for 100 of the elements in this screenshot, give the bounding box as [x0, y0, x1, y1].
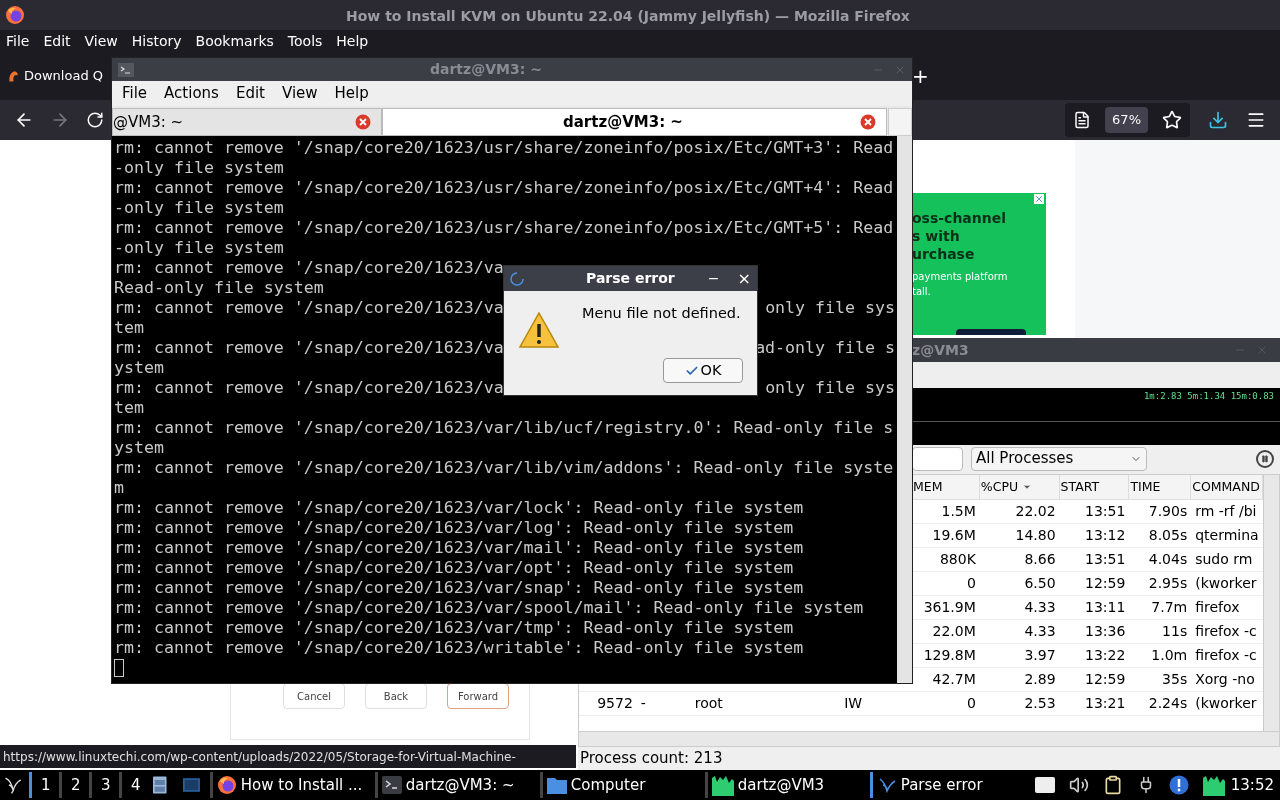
- ad-headline: s with: [912, 227, 961, 245]
- sort-caret-icon: [1022, 482, 1033, 492]
- menu-item[interactable]: Edit: [43, 30, 71, 52]
- taskbar-task[interactable]: dartz@VM3: ~: [374, 772, 540, 798]
- dialog-title: Parse error: [586, 269, 675, 288]
- ad-text: tall.: [912, 285, 932, 299]
- terminal-line: rm: cannot remove '/snap/core20/1623/var/opt': Read-only file system: [114, 558, 794, 578]
- table-cell-text: 2.89: [1024, 670, 1056, 689]
- spinner-icon: [510, 271, 524, 286]
- volume-icon[interactable]: [1068, 775, 1089, 795]
- workspace-button[interactable]: 3: [89, 772, 120, 798]
- terminal-line: rm: cannot remove '/snap/core20/1623/writable': Read-only file system: [114, 638, 804, 658]
- terminal-line: ad-only file s: [755, 338, 895, 358]
- menu-item[interactable]: Help: [334, 82, 369, 105]
- menu-icon[interactable]: [1246, 110, 1266, 130]
- menu-item[interactable]: File: [122, 82, 148, 105]
- table-cell-text: 35s: [1162, 670, 1188, 689]
- taskbar-task[interactable]: Computer: [539, 772, 705, 798]
- table-cell-text: 6.50: [1024, 574, 1056, 593]
- ok-button[interactable]: OK: [663, 358, 743, 383]
- link-status-bar: https://www.linuxtechi.com/wp-content/uploads/2022/05/Storage-for-Virtual-Machine-: [0, 745, 576, 768]
- menu-item[interactable]: Help: [336, 30, 369, 52]
- terminal-line: -only file system: [114, 238, 284, 258]
- terminal-line: rm: cannot remove '/snap/core20/1623/usr/share/zoneinfo/posix/Etc/GMT+4': Read: [114, 178, 894, 198]
- taskbar-task[interactable]: How to Install ...: [209, 772, 375, 798]
- table-cell-text: 4.04s: [1148, 550, 1188, 569]
- vertical-scrollbar[interactable]: [897, 136, 912, 683]
- close-button[interactable]: ×: [737, 266, 751, 291]
- window-title: How to Install KVM on Ubuntu 22.04 (Jammy Jellyfish) — Mozilla Firefox: [346, 7, 910, 26]
- process-filter-dropdown[interactable]: All Processes: [971, 446, 1147, 471]
- file-cabinet-icon[interactable]: [153, 775, 167, 795]
- terminal-tab[interactable]: dartz@VM3: ~: [382, 108, 887, 136]
- vertical-scrollbar[interactable]: [1263, 475, 1279, 731]
- table-cell-text: 7.90s: [1148, 502, 1188, 521]
- column-header[interactable]: MEM: [913, 477, 943, 497]
- workspace-button[interactable]: 1: [29, 772, 60, 798]
- table-cell-text: 22.0M: [932, 622, 976, 641]
- column-header[interactable]: %CPU: [980, 477, 1033, 497]
- table-cell-text: 9572: [597, 694, 633, 713]
- advertisement-banner[interactable]: oss-channel s with urchase payments platform tall.: [912, 193, 1046, 335]
- menu-item[interactable]: Bookmarks: [195, 30, 274, 52]
- table-cell-text: 13:11: [1085, 598, 1126, 617]
- table-cell-text: 2.95s: [1148, 574, 1188, 593]
- screen-icon[interactable]: [182, 777, 200, 793]
- terminal-line: rm: cannot remove '/snap/core20/1623/va: [114, 258, 504, 278]
- terminal-line: rm: cannot remove '/snap/core20/1623/va: [114, 378, 504, 398]
- ad-close-icon[interactable]: [1034, 194, 1044, 204]
- column-header[interactable]: START: [1060, 477, 1100, 497]
- terminal-line: rm: cannot remove '/snap/core20/1623/va: [114, 298, 504, 318]
- terminal-line: rm: cannot remove '/snap/core20/1623/var/log': Read-only file system: [114, 518, 794, 538]
- table-cell-text: -: [640, 694, 646, 713]
- pause-button[interactable]: [1256, 449, 1274, 468]
- close-tab-icon[interactable]: [355, 114, 371, 130]
- drive-icon[interactable]: [1034, 777, 1055, 793]
- horizontal-scrollbar[interactable]: [579, 731, 1279, 746]
- table-cell-text: 880K: [939, 550, 976, 569]
- text-cursor: [114, 659, 124, 677]
- menu-item[interactable]: File: [6, 30, 30, 52]
- bookmark-star-icon[interactable]: [1162, 110, 1182, 130]
- column-header[interactable]: TIME: [1130, 477, 1161, 497]
- table-cell-text: 22.02: [1015, 502, 1056, 521]
- menu-item[interactable]: View: [84, 30, 118, 52]
- table-cell-text: 361.9M: [923, 598, 976, 617]
- menu-item[interactable]: Tools: [287, 30, 323, 52]
- table-cell-text: root: [694, 694, 723, 713]
- table-cell-text: 13:36: [1085, 622, 1126, 641]
- firefox-icon: [5, 5, 25, 25]
- close-tab-icon[interactable]: [860, 114, 876, 130]
- menu-item[interactable]: Actions: [164, 82, 219, 105]
- terminal-line: rm: cannot remove '/snap/core20/1623/usr/share/zoneinfo/posix/Etc/GMT+5': Read: [114, 218, 894, 238]
- info-icon[interactable]: [1168, 775, 1189, 795]
- terminal-line: ystem: [114, 358, 164, 378]
- activity-graph-icon: [711, 774, 734, 796]
- workspace-button[interactable]: 4: [119, 772, 150, 798]
- menu-item[interactable]: History: [131, 30, 182, 52]
- table-cell-text: (kworker: [1195, 574, 1257, 593]
- menu-item[interactable]: Edit: [235, 82, 265, 105]
- search-field[interactable]: [912, 446, 963, 471]
- reload-icon[interactable]: [86, 111, 104, 129]
- table-cell-text: IW: [844, 694, 863, 713]
- reader-view-icon[interactable]: [1073, 111, 1092, 129]
- zoom-level-badge[interactable]: 67%: [1105, 107, 1148, 133]
- taskbar-task[interactable]: dartz@VM3: [704, 772, 870, 798]
- table-cell-text: rm -rf /bi: [1195, 502, 1257, 521]
- browser-tab[interactable]: Download Q: [0, 58, 103, 94]
- terminal-line: rm: cannot remove '/snap/core20/1623/var/tmp': Read-only file system: [114, 618, 794, 638]
- new-tab-button[interactable]: +: [912, 61, 929, 91]
- column-header[interactable]: COMMAND: [1192, 477, 1260, 497]
- ad-text: payments platform: [912, 270, 1009, 284]
- terminal-line: rm: cannot remove '/snap/core20/1623/var/lib/vim/addons': Read-only file syste: [114, 458, 894, 478]
- minimize-button[interactable]: −: [707, 268, 720, 289]
- workspace-button[interactable]: 2: [59, 772, 90, 798]
- terminal-line: only file sys: [765, 378, 895, 398]
- download-icon[interactable]: [1208, 110, 1228, 130]
- table-cell-text: 13:51: [1085, 502, 1126, 521]
- menu-item[interactable]: View: [281, 82, 318, 105]
- terminal-line: rm: cannot remove '/snap/core20/1623/usr/share/zoneinfo/posix/Etc/GMT+3': Read: [114, 138, 894, 158]
- clock: 13:52: [1230, 774, 1274, 796]
- status-text: Process count: 213: [580, 748, 723, 770]
- terminal-tab[interactable]: @VM3: ~: [112, 108, 382, 136]
